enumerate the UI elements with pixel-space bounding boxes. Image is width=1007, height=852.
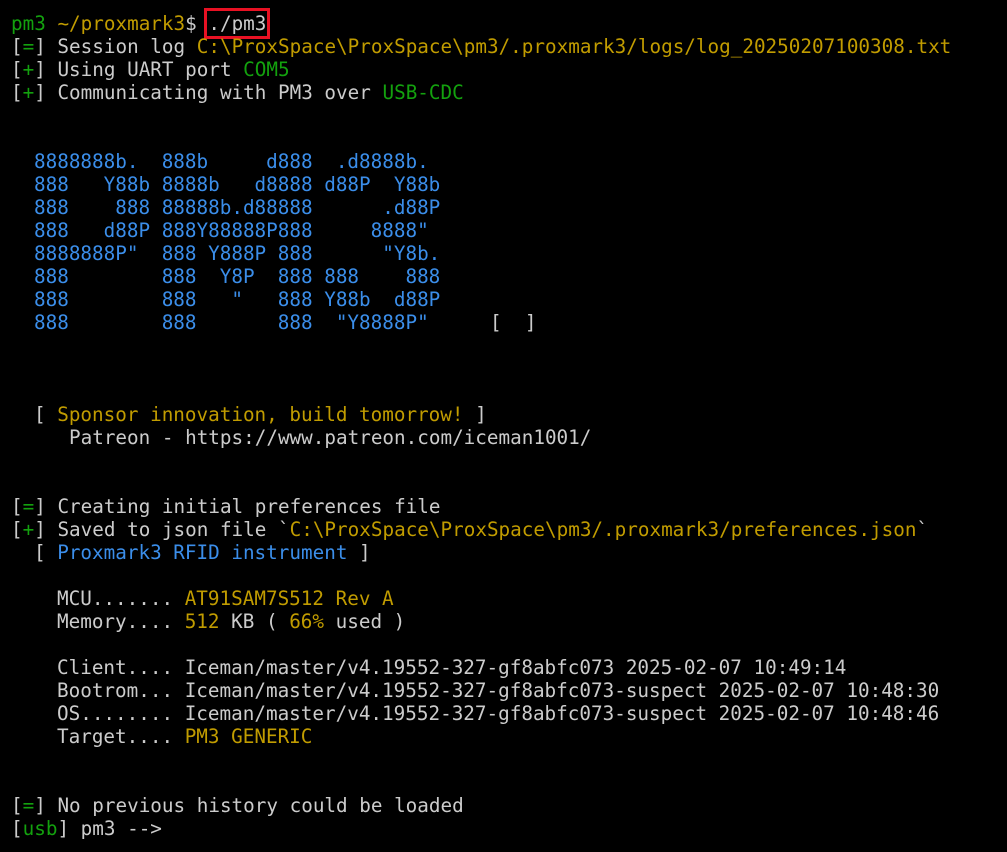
logo-line-4: 888 d88P 888Y88888P888 8888" xyxy=(34,219,429,242)
sponsor-line: [ Sponsor innovation, build tomorrow! ] xyxy=(34,403,487,426)
logo-line-1: 8888888b. 888b d888 .d8888b. xyxy=(34,150,429,173)
client-line: Client.... Iceman/master/v4.19552-327-gf… xyxy=(57,656,846,679)
target-line: Target.... PM3 GENERIC xyxy=(57,725,312,748)
prefs-creating-text: Creating initial preferences file xyxy=(57,495,441,518)
os-label: OS........ xyxy=(57,702,174,725)
prompt-user: pm3 xyxy=(11,12,46,35)
mcu-line: MCU....... AT91SAM7S512 Rev A xyxy=(57,587,394,610)
shell-input-line[interactable]: [usb] pm3 --> xyxy=(11,817,162,840)
logo-line-6: 888 888 Y8P 888 888 888 xyxy=(34,265,441,288)
bootrom-value: Iceman/master/v4.19552-327-gf8abfc073-su… xyxy=(184,679,940,702)
entered-command: ./pm3 xyxy=(204,8,271,39)
mcu-label: MCU....... xyxy=(57,587,174,610)
comm-text: Communicating with PM3 over xyxy=(57,81,383,104)
history-text: No previous history could be loaded xyxy=(57,794,464,817)
prefs-saved-path: C:\ProxSpace\ProxSpace\pm3/.proxmark3/pr… xyxy=(289,518,917,541)
prefs-saved-line: [+] Saved to json file `C:\ProxSpace\Pro… xyxy=(11,518,929,541)
prefs-saved-text: Saved to json file ` xyxy=(57,518,290,541)
memory-label: Memory.... xyxy=(57,610,174,633)
os-line: OS........ Iceman/master/v4.19552-327-gf… xyxy=(57,702,939,725)
terminal-window[interactable]: pm3 ~/proxmark3$ ./pm3 [=] Session log C… xyxy=(0,0,1007,852)
history-line: [=] No previous history could be loaded xyxy=(11,794,464,817)
bootrom-label: Bootrom... xyxy=(57,679,174,702)
shell-mode: usb xyxy=(22,817,58,840)
logo-line-3: 888 888 88888b.d88888 .d88P xyxy=(34,196,441,219)
instrument-title: Proxmark3 RFID instrument xyxy=(57,541,348,564)
logo-line-5: 8888888P" 888 Y888P 888 "Y8b. xyxy=(34,242,441,265)
uart-port: COM5 xyxy=(243,58,290,81)
memory-tail: used ) xyxy=(324,610,406,633)
logo-line-7: 888 888 " 888 Y88b d88P xyxy=(34,288,441,311)
logo-line-2: 888 Y88b 8888b d8888 d88P Y88b xyxy=(34,173,441,196)
uart-line: [+] Using UART port COM5 xyxy=(11,58,290,81)
mcu-value: AT91SAM7S512 Rev A xyxy=(184,587,394,610)
prefs-creating-line: [=] Creating initial preferences file xyxy=(11,495,441,518)
comm-line: [+] Communicating with PM3 over USB-CDC xyxy=(11,81,464,104)
memory-line: Memory.... 512 KB ( 66% used ) xyxy=(57,610,405,633)
session-log-line: [=] Session log C:\ProxSpace\ProxSpace\p… xyxy=(11,35,952,58)
patreon-line: Patreon - https://www.patreon.com/iceman… xyxy=(69,426,592,449)
prompt-path: ~/proxmark3 xyxy=(57,12,186,35)
target-label: Target.... xyxy=(57,725,174,748)
target-value: PM3 GENERIC xyxy=(184,725,313,748)
memory-unit: KB ( xyxy=(231,610,290,633)
shell-prompt-line: pm3 ~/proxmark3$ ./pm3 xyxy=(11,8,271,39)
uart-text: Using UART port xyxy=(57,58,244,81)
client-label: Client.... xyxy=(57,656,174,679)
bootrom-line: Bootrom... Iceman/master/v4.19552-327-gf… xyxy=(57,679,939,702)
os-value: Iceman/master/v4.19552-327-gf8abfc073-su… xyxy=(184,702,940,725)
memory-percent: 66% xyxy=(289,610,325,633)
logo-bracket: [ ] xyxy=(490,311,537,334)
client-value: Iceman/master/v4.19552-327-gf8abfc073 20… xyxy=(184,656,847,679)
prompt-dollar: $ xyxy=(185,12,197,35)
memory-size: 512 xyxy=(184,610,220,633)
sponsor-text: Sponsor innovation, build tomorrow! xyxy=(57,403,464,426)
shell-prompt: pm3 --> xyxy=(80,817,162,840)
instrument-title-line: [ Proxmark3 RFID instrument ] xyxy=(34,541,371,564)
prefs-saved-tick: ` xyxy=(916,518,929,541)
logo-line-8: 888 888 888 "Y8888P" xyxy=(34,311,429,334)
comm-mode: USB-CDC xyxy=(382,81,464,104)
session-log-path: C:\ProxSpace\ProxSpace\pm3/.proxmark3/lo… xyxy=(196,35,952,58)
